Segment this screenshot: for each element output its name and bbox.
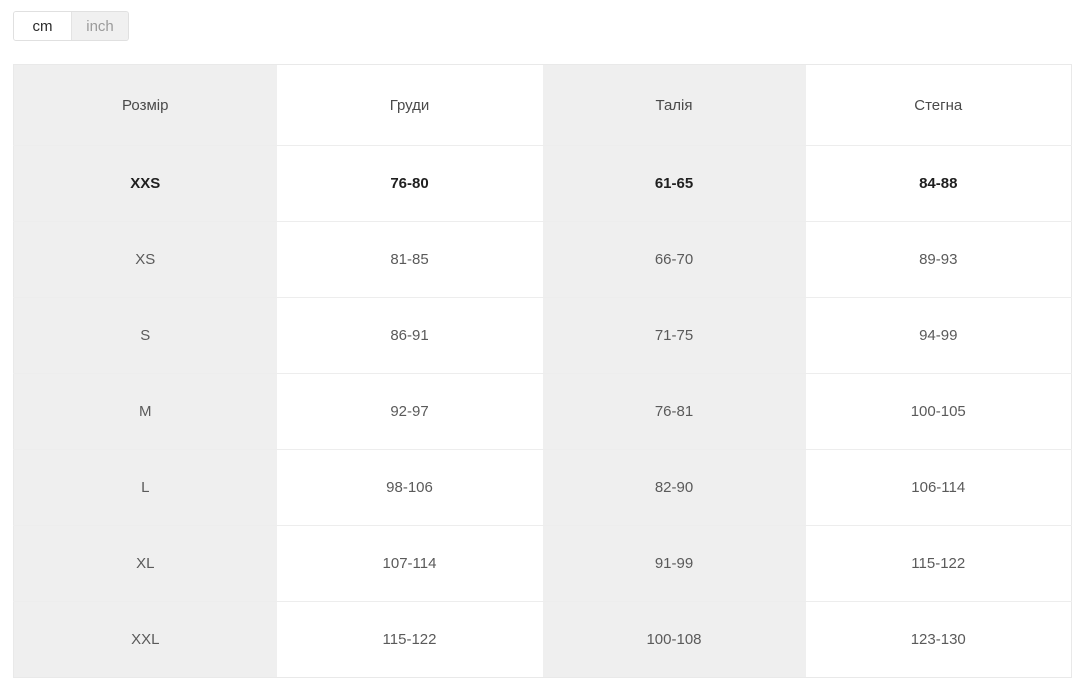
size-table-container: Розмір Груди Талія Стегна XXS 76-80 61-6…: [13, 64, 1072, 678]
table-header: Розмір Груди Талія Стегна: [13, 64, 1072, 146]
table-row[interactable]: XXS 76-80 61-65 84-88: [13, 145, 1072, 222]
cell-chest: 107-114: [276, 525, 543, 602]
table-row[interactable]: XS 81-85 66-70 89-93: [13, 221, 1072, 298]
table-row[interactable]: M 92-97 76-81 100-105: [13, 373, 1072, 450]
cell-size: S: [13, 297, 277, 374]
cell-waist: 100-108: [542, 601, 806, 678]
cell-chest: 76-80: [276, 145, 543, 222]
cell-waist: 66-70: [542, 221, 806, 298]
table-row[interactable]: L 98-106 82-90 106-114: [13, 449, 1072, 526]
cell-size: XS: [13, 221, 277, 298]
cell-hips: 123-130: [805, 601, 1072, 678]
unit-toggle-group[interactable]: cm inch: [13, 11, 129, 41]
unit-toggle-inch[interactable]: inch: [71, 12, 128, 40]
table-body: XXS 76-80 61-65 84-88 XS 81-85 66-70 89-…: [13, 145, 1072, 678]
cell-waist: 71-75: [542, 297, 806, 374]
cell-waist: 91-99: [542, 525, 806, 602]
cell-hips: 94-99: [805, 297, 1072, 374]
cell-hips: 84-88: [805, 145, 1072, 222]
cell-hips: 100-105: [805, 373, 1072, 450]
cell-size: XXL: [13, 601, 277, 678]
cell-waist: 82-90: [542, 449, 806, 526]
column-header-waist: Талія: [542, 64, 806, 146]
cell-chest: 92-97: [276, 373, 543, 450]
cell-chest: 98-106: [276, 449, 543, 526]
cell-size: XXS: [13, 145, 277, 222]
cell-size: M: [13, 373, 277, 450]
cell-chest: 86-91: [276, 297, 543, 374]
table-row[interactable]: XL 107-114 91-99 115-122: [13, 525, 1072, 602]
column-header-size: Розмір: [13, 64, 277, 146]
cell-hips: 106-114: [805, 449, 1072, 526]
cell-chest: 115-122: [276, 601, 543, 678]
cell-size: XL: [13, 525, 277, 602]
column-header-hips: Стегна: [805, 64, 1072, 146]
cell-waist: 61-65: [542, 145, 806, 222]
table-row[interactable]: S 86-91 71-75 94-99: [13, 297, 1072, 374]
table-header-row: Розмір Груди Талія Стегна: [13, 64, 1072, 146]
cell-hips: 115-122: [805, 525, 1072, 602]
cell-waist: 76-81: [542, 373, 806, 450]
table-row[interactable]: XXL 115-122 100-108 123-130: [13, 601, 1072, 678]
cell-hips: 89-93: [805, 221, 1072, 298]
size-chart-table: Розмір Груди Талія Стегна XXS 76-80 61-6…: [13, 64, 1072, 678]
cell-size: L: [13, 449, 277, 526]
cell-chest: 81-85: [276, 221, 543, 298]
size-chart-page: cm inch Розмір Груди Талія Стегна XXS 76…: [0, 0, 1085, 680]
column-header-chest: Груди: [276, 64, 543, 146]
unit-toggle-cm[interactable]: cm: [14, 12, 71, 40]
